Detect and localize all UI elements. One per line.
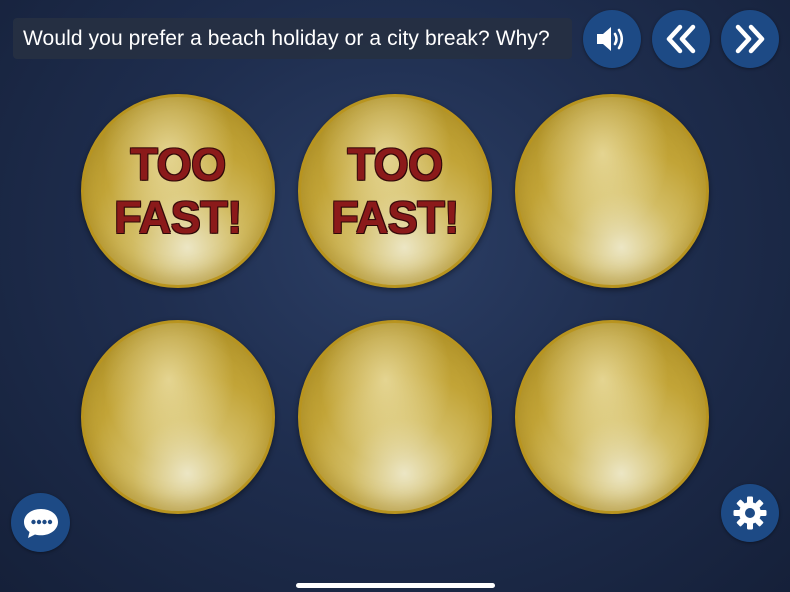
settings-button[interactable] bbox=[721, 484, 779, 542]
coin-5[interactable] bbox=[298, 320, 492, 514]
coin-6[interactable] bbox=[515, 320, 709, 514]
next-button[interactable] bbox=[721, 10, 779, 68]
coin-1[interactable]: TOO FAST! bbox=[81, 94, 275, 288]
home-indicator[interactable] bbox=[296, 583, 495, 588]
coin-label: TOO FAST! bbox=[331, 139, 459, 243]
speaker-icon bbox=[597, 27, 624, 51]
question-bar: Would you prefer a beach holiday or a ci… bbox=[13, 18, 572, 59]
chat-button[interactable] bbox=[11, 493, 70, 552]
double-chevron-right-icon bbox=[735, 24, 765, 54]
coin-label: TOO FAST! bbox=[114, 139, 242, 243]
coin-3[interactable] bbox=[515, 94, 709, 288]
previous-button[interactable] bbox=[652, 10, 710, 68]
double-chevron-left-icon bbox=[666, 24, 696, 54]
coin-2[interactable]: TOO FAST! bbox=[298, 94, 492, 288]
gear-icon bbox=[733, 496, 767, 530]
chat-bubble-icon bbox=[23, 508, 58, 538]
coin-4[interactable] bbox=[81, 320, 275, 514]
question-text: Would you prefer a beach holiday or a ci… bbox=[23, 26, 550, 50]
audio-button[interactable] bbox=[583, 10, 641, 68]
